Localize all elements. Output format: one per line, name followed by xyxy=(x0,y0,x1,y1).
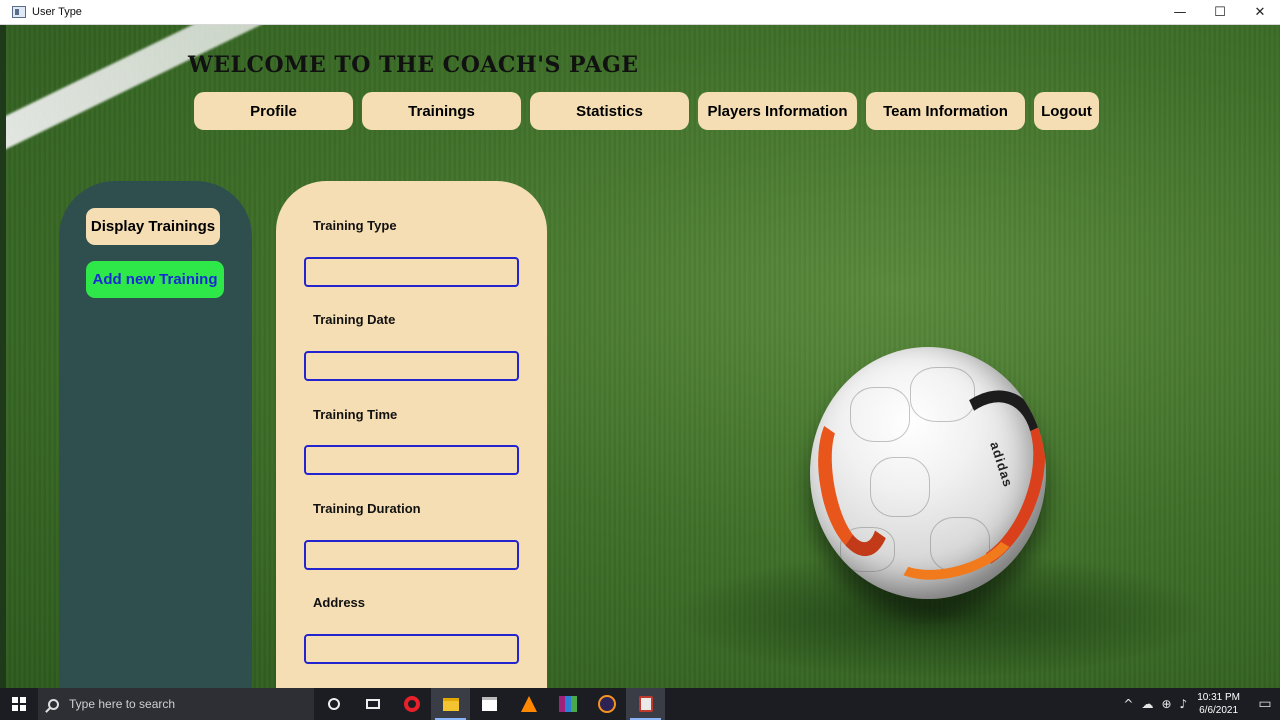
taskbar-search-box[interactable]: Type here to search xyxy=(38,688,314,720)
training-duration-label: Training Duration xyxy=(313,501,421,516)
taskbar-clock[interactable]: 10:31 PM 6/6/2021 xyxy=(1197,691,1240,717)
page-title: WELCOME TO THE COACH'S PAGE xyxy=(188,52,639,78)
language-globe-icon[interactable]: ⊕ xyxy=(1161,697,1171,711)
search-placeholder: Type here to search xyxy=(69,697,176,711)
training-time-label: Training Time xyxy=(313,407,398,422)
address-label: Address xyxy=(313,595,366,610)
add-training-form: Training Type Training Date Training Tim… xyxy=(276,181,547,691)
close-button[interactable]: ✕ xyxy=(1240,0,1280,25)
clock-time: 10:31 PM xyxy=(1197,692,1240,703)
opera-icon[interactable] xyxy=(392,688,431,720)
clock-date: 6/6/2021 xyxy=(1199,705,1239,716)
window-controls: — ☐ ✕ xyxy=(1160,0,1280,25)
file-explorer-icon[interactable] xyxy=(431,688,470,720)
network-icon[interactable]: ☁ xyxy=(1141,697,1153,711)
nav-profile-button[interactable]: Profile xyxy=(194,92,353,130)
training-type-label: Training Type xyxy=(313,218,397,233)
notifications-icon[interactable]: ▭ xyxy=(1250,688,1280,720)
window-title: User Type xyxy=(32,6,82,18)
java-app-icon[interactable] xyxy=(626,688,665,720)
chevron-up-icon[interactable]: ^ xyxy=(1123,697,1133,711)
taskbar: Type here to search ^ ☁ ⊕ ♪ 10:31 PM 6/6… xyxy=(0,688,1280,720)
minimize-button[interactable]: — xyxy=(1160,0,1200,25)
soccer-ball-image: adidas xyxy=(810,347,1046,599)
winrar-icon[interactable] xyxy=(548,688,587,720)
display-trainings-button[interactable]: Display Trainings xyxy=(86,208,220,245)
vlc-icon[interactable] xyxy=(509,688,548,720)
nav-statistics-button[interactable]: Statistics xyxy=(530,92,689,130)
cortana-icon[interactable] xyxy=(314,688,353,720)
training-time-input[interactable] xyxy=(304,445,519,475)
training-duration-input[interactable] xyxy=(304,540,519,570)
nav-logout-button[interactable]: Logout xyxy=(1034,92,1099,130)
nav-players-information-button[interactable]: Players Information xyxy=(698,92,857,130)
store-icon[interactable] xyxy=(470,688,509,720)
windows-logo-icon xyxy=(12,697,26,711)
search-icon xyxy=(48,698,59,710)
volume-icon[interactable]: ♪ xyxy=(1180,697,1188,711)
maximize-button[interactable]: ☐ xyxy=(1200,0,1240,25)
task-view-icon[interactable] xyxy=(353,688,392,720)
nav-team-information-button[interactable]: Team Information xyxy=(866,92,1025,130)
training-date-label: Training Date xyxy=(313,312,396,327)
system-tray: ^ ☁ ⊕ ♪ 10:31 PM 6/6/2021 ▭ xyxy=(1119,688,1280,720)
window-titlebar: User Type — ☐ ✕ xyxy=(0,0,1280,25)
address-input[interactable] xyxy=(304,634,519,664)
start-button[interactable] xyxy=(0,688,38,720)
nav-trainings-button[interactable]: Trainings xyxy=(362,92,521,130)
app-window-icon xyxy=(12,6,26,18)
add-new-training-button[interactable]: Add new Training xyxy=(86,261,224,298)
training-date-input[interactable] xyxy=(304,351,519,381)
trainings-sidebar: Display Trainings Add new Training xyxy=(59,181,252,691)
training-type-input[interactable] xyxy=(304,257,519,287)
eclipse-icon[interactable] xyxy=(587,688,626,720)
